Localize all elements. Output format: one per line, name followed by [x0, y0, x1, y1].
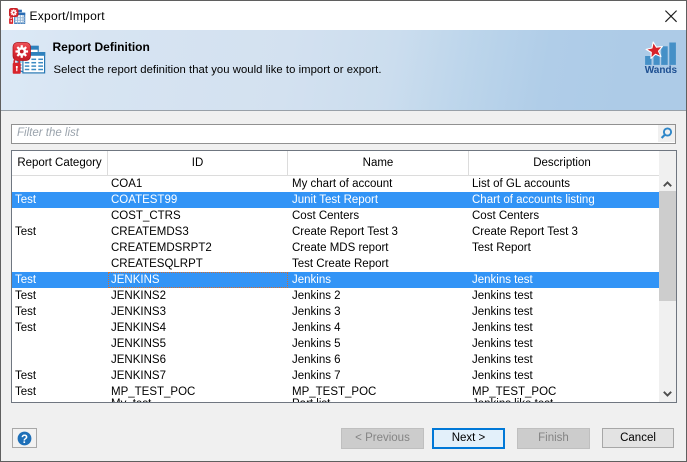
svg-text:Wands: Wands: [645, 65, 678, 74]
svg-text:?: ?: [21, 434, 28, 446]
